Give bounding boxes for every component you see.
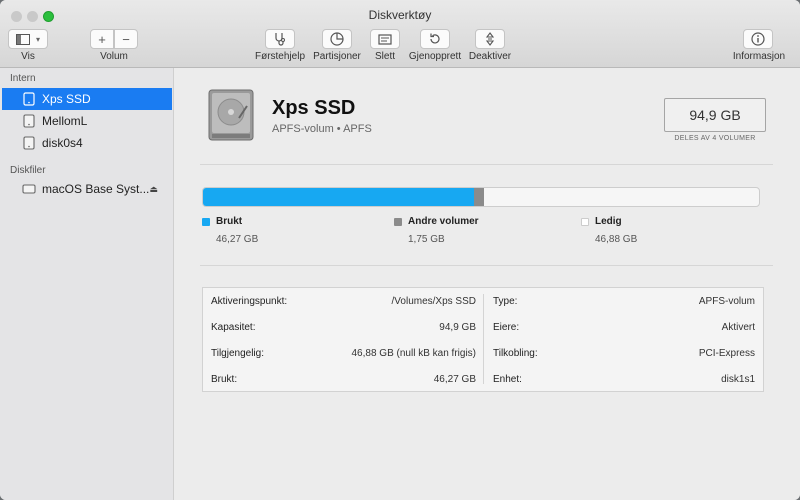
info-value: 46,88 GB (null kB kan frigis) [351,347,477,359]
sidebar-section-disk-images: Diskfiler [10,165,46,176]
drive-icon [23,136,35,150]
sidebar-item-xps-ssd[interactable]: Xps SSD [2,88,172,110]
window-title: Diskverktøy [368,8,432,22]
info-key: Brukt: [211,373,238,385]
info-row-owners: Eiere: Aktivert [493,314,755,340]
plus-icon: + [98,31,106,47]
usage-bar [202,187,760,207]
hard-drive-icon [208,89,254,141]
sidebar-icon [15,33,30,45]
erase-label: Slett [374,51,395,62]
info-button[interactable] [743,29,773,49]
sidebar-item-macos-base-system[interactable]: macOS Base Syst... ⏏ [2,178,172,200]
erase-button[interactable] [370,29,400,49]
sidebar-item-label: Xps SSD [42,92,91,106]
usage-bar-other-volumes [474,188,485,206]
capacity-box: 94,9 GB [664,98,766,132]
info-key: Tilgjengelig: [211,347,264,359]
legend-name: Andre volumer [408,216,479,227]
info-row-used: Brukt: 46,27 GB [211,366,476,392]
legend-name: Ledig [595,216,622,227]
info-value: 94,9 GB [439,321,476,333]
legend-value: 46,27 GB [216,234,259,245]
unmount-button[interactable] [475,29,505,49]
info-table: Aktiveringspunkt: /Volumes/Xps SSD Kapas… [202,287,764,392]
volume-name: Xps SSD [272,97,356,119]
legend-swatch [394,218,402,226]
info-key: Kapasitet: [211,321,256,333]
stethoscope-icon [273,32,287,46]
divider [200,265,773,266]
info-value: /Volumes/Xps SSD [391,295,476,307]
volume-label: Volum [100,51,128,62]
legend-swatch [202,218,210,226]
capacity-shared-note: DELES AV 4 VOLUMER [674,135,756,142]
info-key: Aktiveringspunkt: [211,295,288,307]
info-value: 46,27 GB [433,373,476,385]
drive-icon [23,92,35,106]
drive-icon [23,114,35,128]
info-value: PCI-Express [698,347,755,359]
legend-name: Brukt [216,216,243,227]
restore-button[interactable] [420,29,450,49]
restore-label: Gjenopprett [408,51,462,62]
info-row-available: Tilgjengelig: 46,88 GB (null kB kan frig… [211,340,476,366]
sidebar-section-internal: Intern [10,73,36,84]
first-aid-label: Førstehjelp [254,51,305,62]
info-row-mount-point: Aktiveringspunkt: /Volumes/Xps SSD [211,288,476,314]
usage-bar-used [203,188,475,206]
partition-label: Partisjoner [313,51,361,62]
restore-arrow-icon [428,32,442,46]
divider [200,164,773,165]
info-key: Enhet: [493,373,522,385]
remove-volume-button[interactable]: − [114,29,138,49]
sidebar-item-label: MellomL [42,114,88,128]
minus-icon: − [122,31,130,47]
info-value: APFS-volum [698,295,755,307]
view-button[interactable]: ▾ [8,29,48,49]
info-key: Type: [493,295,518,307]
main-content: Xps SSD APFS-volum • APFS 94,9 GB DELES … [175,68,800,500]
info-row-connection: Tilkobling: PCI-Express [493,340,755,366]
eject-icon[interactable]: ⏏ [149,184,158,195]
legend-swatch [581,218,589,226]
chevron-down-icon: ▾ [35,34,40,44]
info-value: disk1s1 [721,373,755,385]
partition-button[interactable] [322,29,352,49]
pie-partition-icon [330,32,344,46]
sidebar-item-label: disk0s4 [42,136,83,150]
toolbar: Diskverktøy ▾ Vis + − Volum Førstehjelp [0,0,800,68]
info-key: Eiere: [493,321,520,333]
unmount-icon [483,32,497,46]
info-key: Tilkobling: [493,347,538,359]
disk-image-icon [22,184,36,194]
info-icon [751,32,765,46]
view-label: Vis [21,51,35,62]
first-aid-button[interactable] [265,29,295,49]
volume-subtitle: APFS-volum • APFS [272,123,372,135]
info-row-type: Type: APFS-volum [493,288,755,314]
info-label: Informasjon [732,51,786,62]
sidebar-item-mellomL[interactable]: MellomL [2,110,172,132]
sidebar-item-label: macOS Base Syst... [42,182,150,196]
disk-utility-window: Diskverktøy ▾ Vis + − Volum Førstehjelp [0,0,800,500]
info-row-capacity: Kapasitet: 94,9 GB [211,314,476,340]
info-row-device: Enhet: disk1s1 [493,366,755,392]
info-column-divider [483,294,484,384]
legend-value: 46,88 GB [595,234,638,245]
legend-value: 1,75 GB [408,234,445,245]
sidebar: Intern Xps SSD MellomL disk0s4 Diskfiler… [0,68,174,500]
info-value: Aktivert [721,321,755,333]
unmount-label: Deaktiver [468,51,512,62]
add-volume-button[interactable]: + [90,29,114,49]
sidebar-item-disk0s4[interactable]: disk0s4 [2,132,172,154]
erase-disk-icon [378,32,392,46]
